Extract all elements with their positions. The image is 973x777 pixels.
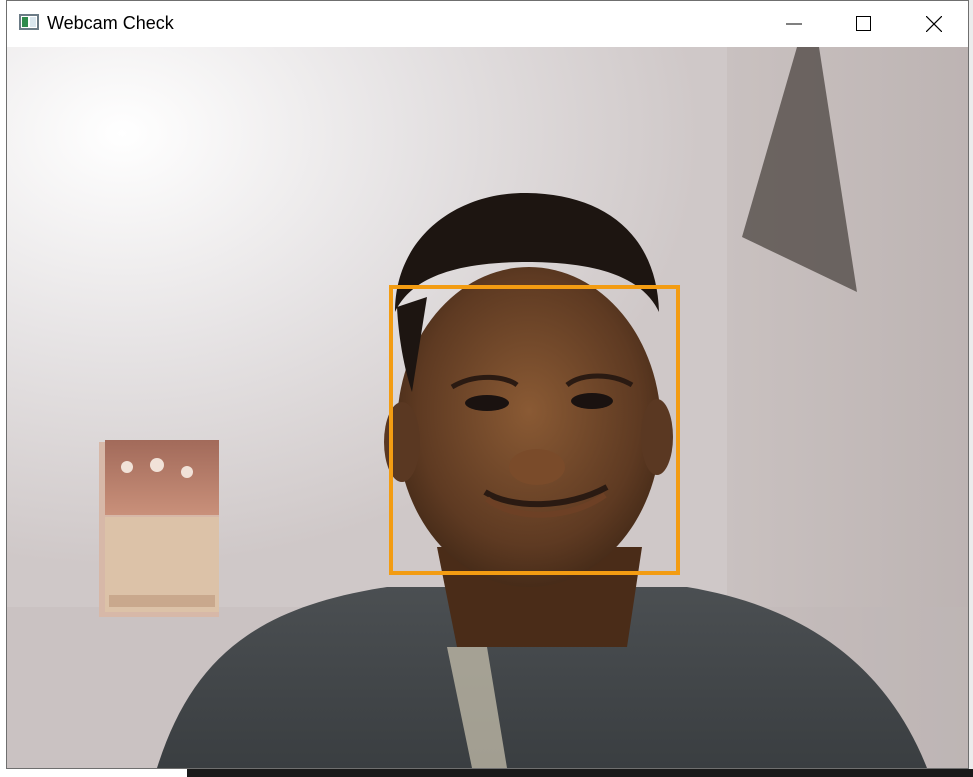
window-title: Webcam Check: [47, 13, 174, 33]
minimize-icon: [786, 23, 802, 25]
face-detection-box: [389, 285, 680, 575]
desktop-background: [969, 0, 973, 777]
minimize-button[interactable]: [759, 1, 829, 47]
title-bar[interactable]: Webcam Check: [7, 1, 968, 47]
taskbar-edge: [187, 769, 973, 777]
desktop-background-bottom: [0, 769, 187, 777]
app-window-icon: [19, 14, 39, 30]
webcam-feed: [7, 47, 968, 768]
webcam-window: Webcam Check: [6, 0, 969, 769]
close-icon: [926, 16, 942, 32]
wall-calendar: [99, 440, 219, 617]
close-button[interactable]: [899, 1, 968, 47]
maximize-icon: [856, 16, 871, 31]
maximize-button[interactable]: [829, 1, 899, 47]
